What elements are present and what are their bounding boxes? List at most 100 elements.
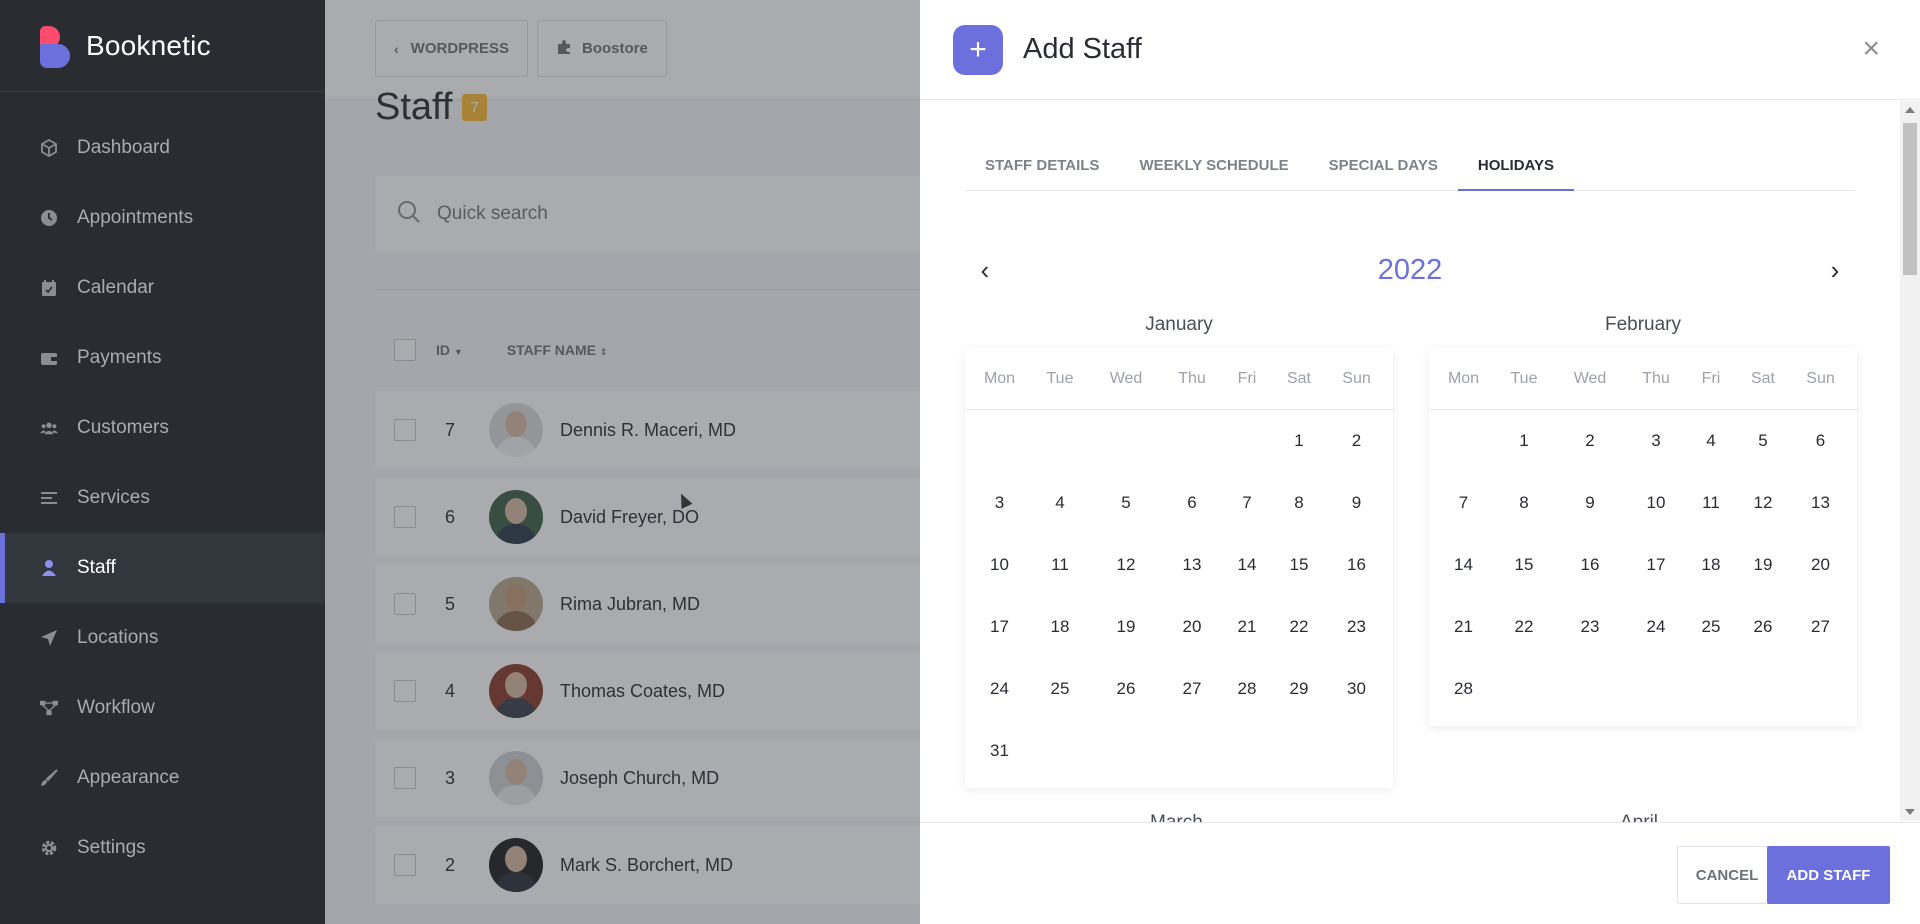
calendar-day[interactable]: 2 [1328, 410, 1385, 472]
calendar-day[interactable]: 19 [1734, 534, 1792, 596]
sidebar-item-settings[interactable]: Settings [0, 813, 325, 883]
calendar-day[interactable]: 30 [1328, 658, 1385, 720]
calendar-day[interactable]: 5 [1734, 410, 1792, 472]
calendar-day[interactable]: 9 [1328, 472, 1385, 534]
sidebar-item-payments[interactable]: Payments [0, 323, 325, 393]
calendar-day[interactable]: 10 [1624, 472, 1688, 534]
modal-backdrop[interactable] [325, 0, 920, 924]
calendar-day[interactable]: 14 [1435, 534, 1492, 596]
calendar-day[interactable]: 6 [1792, 410, 1849, 472]
calendar-day[interactable]: 27 [1160, 658, 1224, 720]
calendar-day[interactable]: 18 [1688, 534, 1734, 596]
calendar-day[interactable]: 20 [1792, 534, 1849, 596]
add-staff-button[interactable]: ADD STAFF [1767, 846, 1890, 904]
calendar-day[interactable]: 7 [1435, 472, 1492, 534]
tab-weekly-schedule[interactable]: WEEKLY SCHEDULE [1119, 150, 1308, 191]
calendar-day[interactable]: 22 [1492, 596, 1556, 658]
calendar-day[interactable]: 17 [1624, 534, 1688, 596]
sidebar-item-locations[interactable]: Locations [0, 603, 325, 673]
previous-year-chevron-left-icon[interactable]: ‹ [965, 255, 1005, 286]
calendar-day[interactable]: 23 [1328, 596, 1385, 658]
calendar-empty-cell [1435, 410, 1492, 472]
cancel-button[interactable]: CANCEL [1677, 846, 1777, 904]
sidebar-item-appearance[interactable]: Appearance [0, 743, 325, 813]
tab-staff-details[interactable]: STAFF DETAILS [965, 150, 1119, 191]
sidebar-item-label: Locations [77, 627, 159, 648]
calendar-day[interactable]: 26 [1734, 596, 1792, 658]
scrollbar-thumb[interactable] [1903, 123, 1917, 275]
calendar-day[interactable]: 21 [1435, 596, 1492, 658]
sidebar-item-workflow[interactable]: Workflow [0, 673, 325, 743]
wallet-icon [40, 349, 58, 367]
calendar-empty-cell [1092, 720, 1160, 782]
calendar-day[interactable]: 28 [1435, 658, 1492, 720]
calendar-icon [40, 279, 58, 297]
modal-scrollbar[interactable] [1900, 101, 1920, 821]
calendar-day[interactable]: 18 [1028, 596, 1092, 658]
sidebar-item-services[interactable]: Services [0, 463, 325, 533]
weekday-header: Mon Tue Wed Thu Fri Sat Sun [1429, 348, 1857, 410]
brand[interactable]: Booknetic [0, 0, 325, 92]
calendar-day[interactable]: 14 [1224, 534, 1270, 596]
calendar-day[interactable]: 8 [1492, 472, 1556, 534]
weekday-header: Mon Tue Wed Thu Fri Sat Sun [965, 348, 1393, 410]
sidebar-item-label: Customers [77, 417, 169, 438]
weekday-label: Thu [1642, 369, 1670, 387]
calendar-day[interactable]: 1 [1270, 410, 1328, 472]
tab-special-days[interactable]: SPECIAL DAYS [1309, 150, 1458, 191]
calendar-day[interactable]: 25 [1688, 596, 1734, 658]
calendar-day[interactable]: 2 [1556, 410, 1624, 472]
calendar-day[interactable]: 13 [1792, 472, 1849, 534]
calendar-day[interactable]: 10 [971, 534, 1028, 596]
scroll-down-arrow-icon[interactable] [1905, 809, 1915, 815]
calendar-day[interactable]: 1 [1492, 410, 1556, 472]
calendar-day[interactable]: 24 [1624, 596, 1688, 658]
calendar-day[interactable]: 31 [971, 720, 1028, 782]
calendar-day[interactable]: 6 [1160, 472, 1224, 534]
calendar-day[interactable]: 27 [1792, 596, 1849, 658]
sidebar-item-staff[interactable]: Staff [0, 533, 325, 603]
scroll-up-arrow-icon[interactable] [1905, 107, 1915, 113]
calendar-day[interactable]: 3 [1624, 410, 1688, 472]
calendar-day[interactable]: 15 [1492, 534, 1556, 596]
calendar-day[interactable]: 25 [1028, 658, 1092, 720]
calendar-day[interactable]: 8 [1270, 472, 1328, 534]
calendar-day[interactable]: 9 [1556, 472, 1624, 534]
calendar-day[interactable]: 12 [1734, 472, 1792, 534]
close-icon[interactable]: × [1862, 34, 1880, 64]
calendar-day[interactable]: 28 [1224, 658, 1270, 720]
calendar-day[interactable]: 21 [1224, 596, 1270, 658]
sidebar-item-customers[interactable]: Customers [0, 393, 325, 463]
next-year-chevron-right-icon[interactable]: › [1815, 255, 1855, 286]
calendar-empty-cell [1092, 410, 1160, 472]
calendar-day[interactable]: 24 [971, 658, 1028, 720]
calendar-day[interactable]: 16 [1328, 534, 1385, 596]
tab-holidays[interactable]: HOLIDAYS [1457, 150, 1574, 191]
gear-icon [40, 839, 58, 857]
calendar-day[interactable]: 22 [1270, 596, 1328, 658]
sidebar-item-appointments[interactable]: Appointments [0, 183, 325, 253]
brand-name: Booknetic [86, 29, 211, 61]
calendar-day[interactable]: 19 [1092, 596, 1160, 658]
calendar-day[interactable]: 5 [1092, 472, 1160, 534]
calendar-day[interactable]: 4 [1688, 410, 1734, 472]
calendar-day[interactable]: 4 [1028, 472, 1092, 534]
sidebar-nav: Dashboard Appointments Calendar Payments… [0, 92, 325, 883]
calendar-day[interactable]: 20 [1160, 596, 1224, 658]
calendar-day[interactable]: 16 [1556, 534, 1624, 596]
calendar-day[interactable]: 26 [1092, 658, 1160, 720]
sidebar-item-dashboard[interactable]: Dashboard [0, 113, 325, 183]
users-icon [40, 419, 58, 437]
calendar-day[interactable]: 11 [1688, 472, 1734, 534]
sidebar-item-calendar[interactable]: Calendar [0, 253, 325, 323]
calendar-day[interactable]: 13 [1160, 534, 1224, 596]
calendar-day[interactable]: 11 [1028, 534, 1092, 596]
calendar-day[interactable]: 7 [1224, 472, 1270, 534]
calendar-day[interactable]: 29 [1270, 658, 1328, 720]
calendar-day[interactable]: 15 [1270, 534, 1328, 596]
calendar-day[interactable]: 3 [971, 472, 1028, 534]
sidebar-item-label: Payments [77, 347, 162, 368]
calendar-day[interactable]: 23 [1556, 596, 1624, 658]
calendar-day[interactable]: 17 [971, 596, 1028, 658]
calendar-day[interactable]: 12 [1092, 534, 1160, 596]
